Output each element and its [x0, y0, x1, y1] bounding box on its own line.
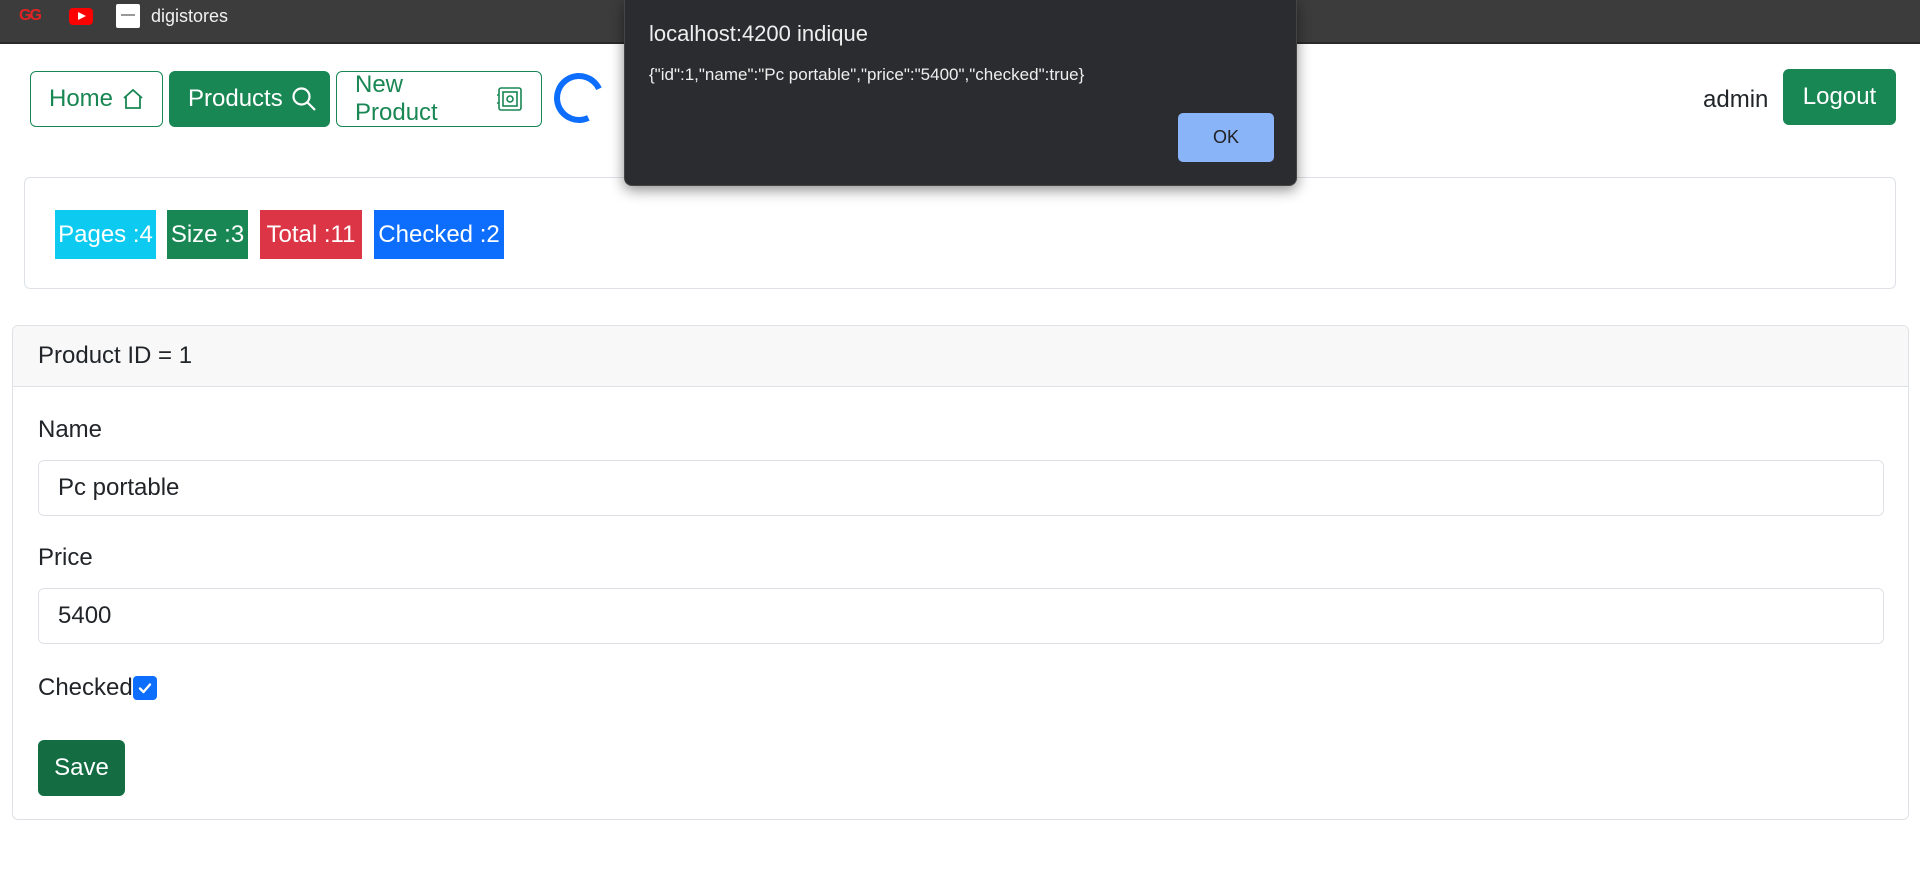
- checked-badge: Checked :2: [374, 210, 504, 259]
- youtube-icon: [69, 7, 93, 25]
- checked-row: Checked: [38, 674, 157, 702]
- products-button-label: Products: [188, 85, 283, 112]
- home-button[interactable]: Home: [30, 71, 163, 127]
- name-label: Name: [38, 416, 103, 443]
- alert-dialog-message: {"id":1,"name":"Pc portable","price":"54…: [649, 65, 1085, 84]
- new-product-button[interactable]: New Product: [336, 71, 542, 127]
- size-badge: Size :3: [167, 210, 248, 259]
- checked-label: Checked: [38, 674, 133, 701]
- digistores-favicon-icon: [116, 4, 140, 28]
- alert-dialog: localhost:4200 indique {"id":1,"name":"P…: [624, 0, 1297, 186]
- house-icon: [121, 87, 145, 111]
- price-label: Price: [38, 544, 93, 571]
- new-product-button-label: New Product: [355, 71, 438, 126]
- bookmark-youtube[interactable]: [69, 4, 93, 28]
- name-input[interactable]: [38, 460, 1884, 516]
- save-button[interactable]: Save: [38, 740, 125, 796]
- pages-badge: Pages :4: [55, 210, 156, 259]
- total-badge: Total :11: [260, 210, 362, 259]
- bookmark-gg[interactable]: GG: [19, 4, 42, 28]
- checkmark-icon: [138, 683, 151, 694]
- product-card-header: Product ID = 1: [13, 326, 1908, 387]
- alert-dialog-title: localhost:4200 indique: [649, 21, 868, 46]
- search-icon: [291, 86, 317, 112]
- home-button-label: Home: [49, 85, 114, 112]
- alert-ok-button[interactable]: OK: [1178, 113, 1274, 162]
- bookmark-gg-label: GG: [19, 7, 42, 24]
- bookmark-digistores-label: digistores: [151, 5, 229, 26]
- price-input[interactable]: [38, 588, 1884, 644]
- stats-card: Pages :4 Size :3 Total :11 Checked :2: [24, 177, 1896, 289]
- product-edit-card: Product ID = 1 Name Price Checked Save: [12, 325, 1909, 820]
- bookmark-digistores[interactable]: digistores: [116, 4, 228, 28]
- products-button[interactable]: Products: [169, 71, 330, 127]
- safe-icon: [497, 86, 523, 112]
- loading-spinner: [546, 65, 612, 131]
- product-id-title: Product ID = 1: [38, 342, 193, 369]
- username-label: admin: [1703, 86, 1769, 113]
- checked-checkbox[interactable]: [132, 676, 157, 700]
- logout-button[interactable]: Logout: [1783, 69, 1896, 125]
